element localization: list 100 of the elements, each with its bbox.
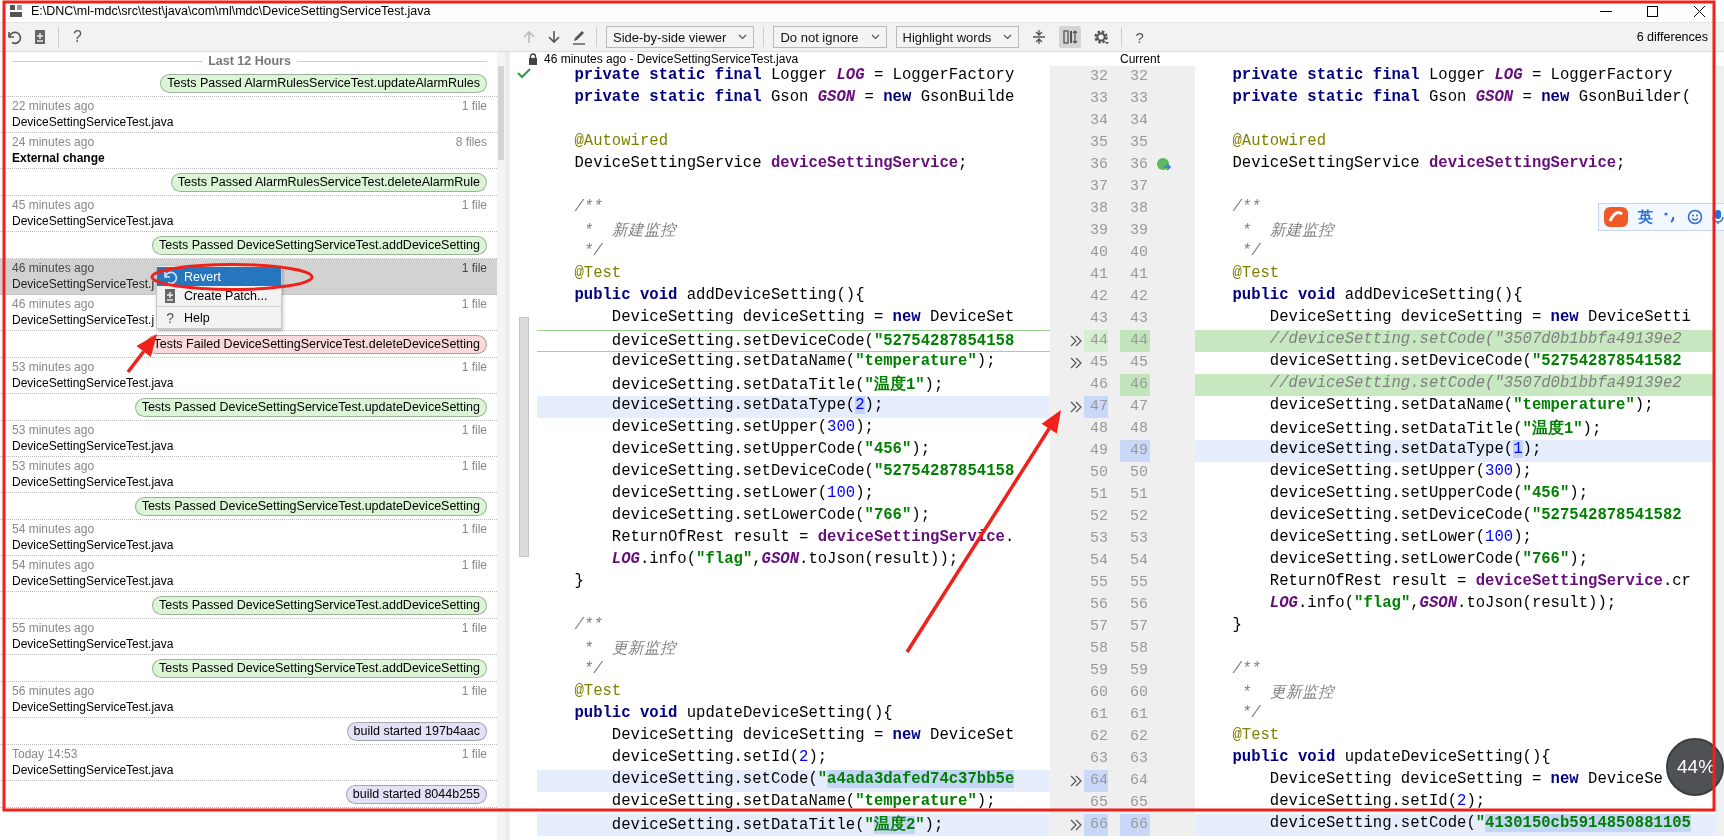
help-button[interactable]: ?	[1131, 28, 1148, 46]
line-number: 51	[1089, 485, 1108, 505]
line-number: 49	[1089, 441, 1108, 461]
line-number: 39	[1089, 221, 1108, 241]
line-number: 58	[1129, 639, 1149, 659]
sync-scroll-button[interactable]	[1059, 26, 1082, 48]
history-entry[interactable]: Tests Passed DeviceSettingServiceTest.updateDeviceSetting	[0, 493, 497, 520]
history-entry[interactable]: Tests Passed DeviceSettingServiceTest.updateDeviceSetting	[0, 394, 497, 421]
line-number: 62	[1129, 727, 1149, 747]
revert-button[interactable]	[6, 29, 22, 45]
create-patch-button[interactable]	[32, 29, 48, 45]
entry-time: 53 minutes ago	[12, 423, 95, 439]
line-number: 38	[1129, 199, 1149, 219]
entry-name: DeviceSettingServiceTest.java	[12, 439, 174, 453]
code-line: deviceSetting.setLower(100);	[1268, 528, 1532, 546]
input-mode[interactable]: 英	[1638, 207, 1653, 227]
line-number: 38	[1089, 199, 1108, 219]
line-number: 55	[1089, 573, 1108, 593]
line-number: 62	[1089, 727, 1108, 747]
entry-name: DeviceSettingServiceTest.java	[12, 376, 174, 390]
entry-time: 46 minutes ago	[12, 297, 95, 313]
code-line: //deviceSetting.setCode("3507d0b1bbfa49139e2	[1268, 330, 1682, 348]
entry-time: 55 minutes ago	[12, 621, 95, 637]
line-number: 43	[1129, 309, 1149, 329]
line-number: 65	[1129, 793, 1149, 813]
chevron-icon[interactable]	[1069, 357, 1083, 369]
code-line: deviceSetting.setUpperCode("456");	[610, 440, 931, 458]
line-number: 32	[1089, 67, 1108, 87]
code-line: public void addDeviceSetting(){	[1231, 286, 1523, 304]
entry-time: 54 minutes ago	[12, 522, 95, 538]
line-number: 47	[1084, 396, 1108, 418]
code-line: public void updateDeviceSetting(){	[573, 704, 893, 722]
code-line: deviceSetting.setLowerCode("766");	[1268, 550, 1589, 568]
line-number: 61	[1089, 705, 1108, 725]
code-line: * 更新监控	[582, 640, 676, 658]
history-entry[interactable]: Tests Passed AlarmRulesServiceTest.deleteAlarmRule	[0, 169, 497, 196]
entry-name: DeviceSettingServiceTest.java	[12, 637, 174, 651]
line-number: 45	[1129, 353, 1149, 373]
code-line: LOG.info("flag",GSON.toJson(result));	[1268, 594, 1617, 612]
chevron-icon[interactable]	[1069, 401, 1083, 413]
line-number: 43	[1089, 309, 1108, 329]
dropdown[interactable]: Do not ignore	[773, 26, 887, 48]
dropdown[interactable]: Highlight words	[895, 26, 1020, 48]
line-number: 42	[1129, 287, 1149, 307]
line-number: 64	[1084, 770, 1108, 792]
code-line: }	[573, 572, 584, 590]
line-number: 56	[1129, 595, 1149, 615]
history-entry[interactable]: Tests Failed DeviceSettingServiceTest.deleteDeviceSetting	[0, 331, 497, 358]
file-count: 1 file	[461, 621, 487, 637]
group-header: Last 12 Hours	[208, 54, 291, 68]
line-number: 39	[1129, 221, 1149, 241]
code-line: deviceSetting.setDataTitle("温度2");	[610, 816, 944, 834]
line-number: 60	[1089, 683, 1108, 703]
chevron-icon[interactable]	[1069, 335, 1083, 347]
code-line: @Test	[1231, 726, 1280, 744]
entry-time: 22 minutes ago	[12, 99, 95, 115]
code-line: DeviceSetting deviceSetting = new DeviceSet	[610, 308, 1015, 326]
edit-button[interactable]	[571, 29, 587, 45]
down-arrow-button[interactable]	[546, 29, 562, 45]
line-number: 63	[1089, 749, 1108, 769]
code-line: deviceSetting.setDeviceCode("52754287854158	[610, 462, 1015, 480]
menu-item[interactable]: Revert	[157, 267, 282, 286]
history-entry[interactable]: Tests Passed DeviceSettingServiceTest.addDeviceSetting	[0, 655, 497, 682]
status-tag: Tests Passed DeviceSettingServiceTest.updateDeviceSetting	[134, 397, 487, 417]
line-number: 57	[1129, 617, 1149, 637]
line-number: 45	[1089, 353, 1108, 373]
logo-icon	[1603, 206, 1629, 228]
line-number: 50	[1129, 463, 1149, 483]
line-number: 55	[1129, 573, 1149, 593]
menu-item[interactable]: Create Patch...	[157, 286, 282, 305]
menu-item[interactable]: ? Help	[157, 308, 282, 327]
code-line: private static final Gson GSON = new GsonBuilder(	[1231, 88, 1691, 106]
history-entry[interactable]: build started 197b4aac	[0, 718, 497, 745]
microphone-icon[interactable]	[1712, 209, 1724, 225]
pane-title: Current	[1120, 52, 1160, 66]
code-line: * 新建监控	[582, 222, 676, 240]
entry-time: Today 14:53	[12, 747, 78, 763]
entry-time: 53 minutes ago	[12, 459, 95, 475]
code-line: DeviceSetting deviceSetting = new DeviceSe	[1268, 770, 1663, 788]
dropdown[interactable]: Side-by-side viewer	[606, 26, 755, 48]
code-line: public void addDeviceSetting(){	[573, 286, 865, 304]
scrollbar-thumb[interactable]	[498, 66, 504, 160]
history-entry[interactable]: Tests Passed DeviceSettingServiceTest.addDeviceSetting	[0, 592, 497, 619]
help-button[interactable]: ?	[69, 28, 86, 46]
status-tag: Tests Passed DeviceSettingServiceTest.addDeviceSetting	[152, 595, 487, 615]
code-line: /**	[1231, 198, 1261, 216]
history-entry[interactable]: Tests Passed DeviceSettingServiceTest.addDeviceSetting	[0, 232, 497, 259]
smiley-icon[interactable]	[1687, 209, 1703, 225]
scrollbar-thumb[interactable]	[518, 317, 529, 557]
status-tag: build started 8044b255	[345, 784, 487, 804]
history-entry[interactable]: Tests Passed AlarmRulesServiceTest.updateAlarmRules	[0, 70, 497, 97]
chevron-icon[interactable]	[1069, 819, 1083, 831]
status-tag: Tests Passed DeviceSettingServiceTest.addDeviceSetting	[152, 658, 487, 678]
code-line: private static final Logger LOG = LoggerFactory	[573, 66, 1015, 84]
history-entry[interactable]: build started 8044b255	[0, 781, 497, 808]
line-number: 52	[1089, 507, 1108, 527]
code-line: deviceSetting.setDataName("temperature");	[610, 792, 996, 810]
chevron-icon[interactable]	[1069, 775, 1083, 787]
file-count: 1 file	[461, 99, 487, 115]
line-number: 47	[1129, 397, 1149, 417]
